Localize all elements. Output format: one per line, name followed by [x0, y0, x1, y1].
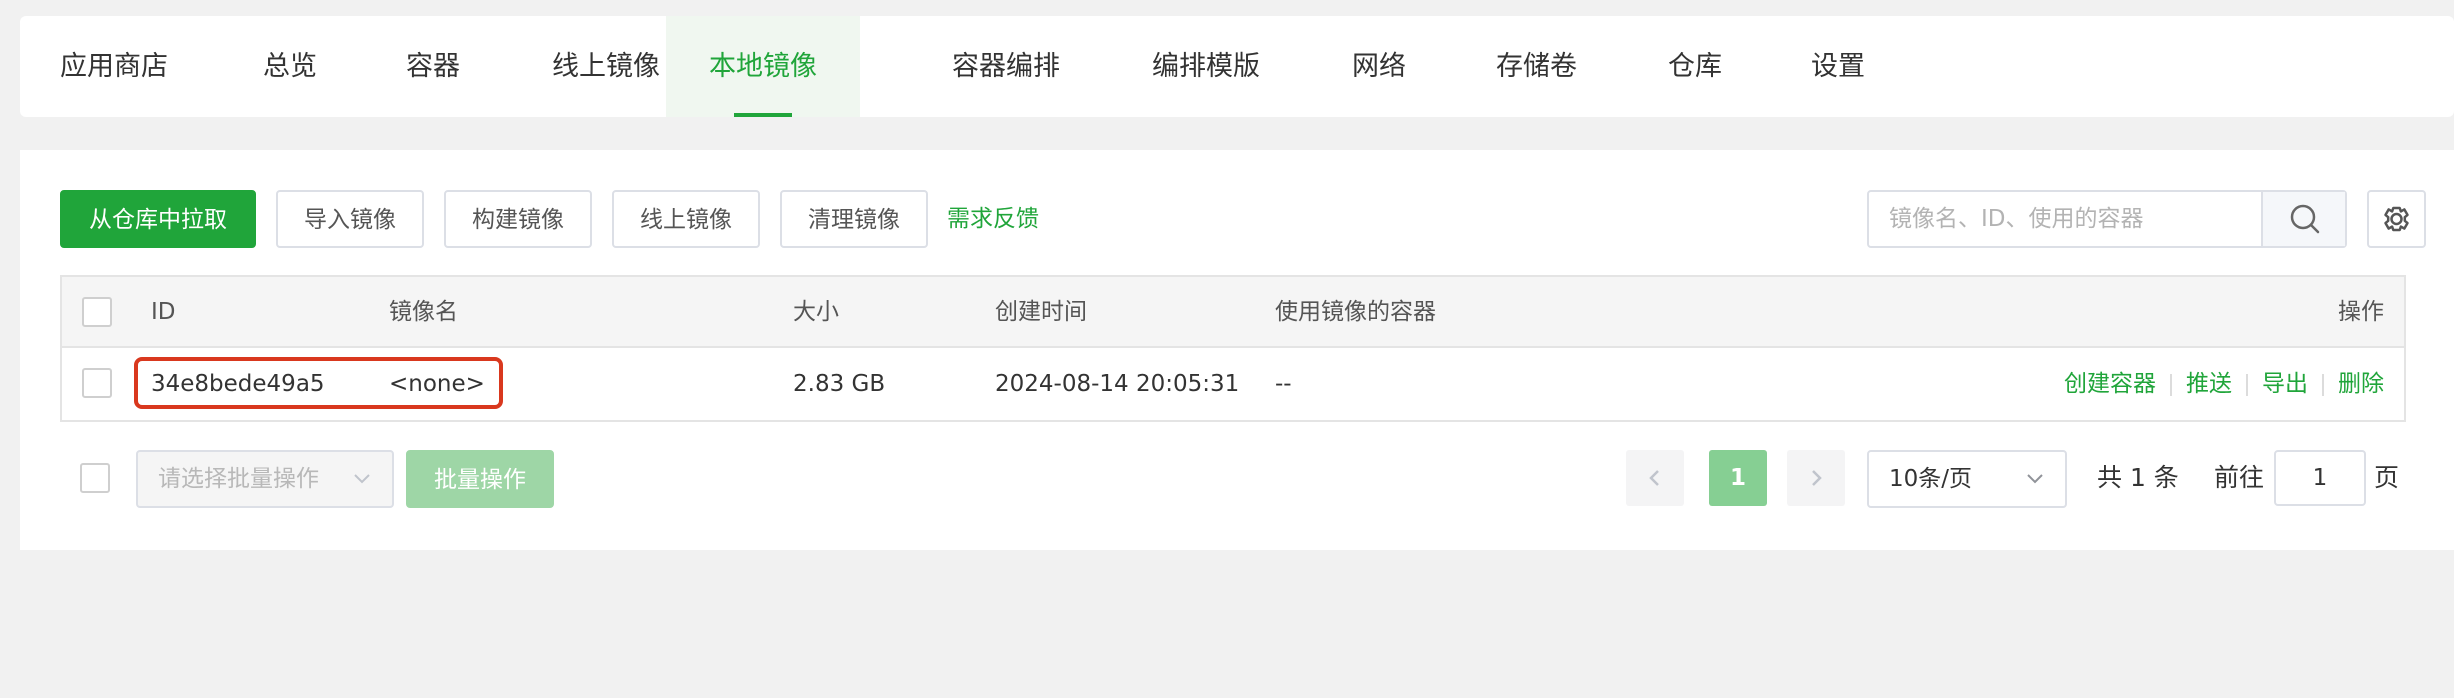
- batch-operation-placeholder: 请选择批量操作: [158, 466, 319, 492]
- prev-page-button[interactable]: [1626, 450, 1684, 506]
- column-settings-button[interactable]: [2367, 190, 2426, 248]
- feedback-link[interactable]: 需求反馈: [947, 190, 1039, 248]
- tab-overview[interactable]: 总览: [263, 16, 317, 117]
- search-button[interactable]: [2261, 192, 2345, 246]
- tab-online-images[interactable]: 线上镜像: [552, 16, 660, 117]
- header-containers: 使用镜像的容器: [1275, 299, 1436, 325]
- page-size-value: 10条/页: [1889, 466, 1973, 492]
- delete-link[interactable]: 删除: [2338, 371, 2384, 397]
- top-tab-bar: 应用商店 总览 容器 线上镜像 本地镜像 容器编排 编排模版 网络 存储卷 仓库…: [20, 16, 2454, 117]
- page-size-select[interactable]: 10条/页: [1867, 450, 2067, 508]
- chevron-down-icon: [354, 474, 370, 484]
- table-header: ID 镜像名 大小 创建时间 使用镜像的容器 操作: [62, 277, 2404, 348]
- clean-image-button[interactable]: 清理镜像: [780, 190, 928, 248]
- tab-local-images[interactable]: 本地镜像: [666, 16, 860, 117]
- header-size: 大小: [793, 299, 839, 325]
- search-icon: [2290, 204, 2320, 234]
- tab-compose-templates[interactable]: 编排模版: [1152, 16, 1260, 117]
- push-link[interactable]: 推送: [2186, 371, 2232, 397]
- tab-app-store[interactable]: 应用商店: [60, 16, 168, 117]
- chevron-down-icon: [2027, 474, 2043, 484]
- total-count: 共 1 条: [2097, 463, 2179, 492]
- tab-volumes[interactable]: 存储卷: [1496, 16, 1577, 117]
- tab-containers[interactable]: 容器: [406, 16, 460, 117]
- chevron-right-icon: [1812, 470, 1822, 486]
- current-page-number[interactable]: 1: [1709, 450, 1767, 506]
- next-page-button[interactable]: [1787, 450, 1845, 506]
- search-input[interactable]: [1869, 192, 2261, 246]
- action-divider: [2170, 373, 2172, 396]
- footer-select-all-checkbox[interactable]: [80, 463, 110, 493]
- header-created: 创建时间: [995, 299, 1087, 325]
- create-container-link[interactable]: 创建容器: [2064, 371, 2156, 397]
- pull-from-registry-button[interactable]: 从仓库中拉取: [60, 190, 256, 248]
- image-containers: --: [1275, 371, 1292, 397]
- batch-operation-button[interactable]: 批量操作: [406, 450, 554, 508]
- page-suffix: 页: [2374, 463, 2400, 492]
- online-image-button[interactable]: 线上镜像: [612, 190, 760, 248]
- tab-network[interactable]: 网络: [1352, 16, 1406, 117]
- import-image-button[interactable]: 导入镜像: [276, 190, 424, 248]
- search-box: [1867, 190, 2347, 248]
- row-checkbox[interactable]: [82, 368, 112, 398]
- header-id: ID: [151, 299, 176, 325]
- batch-operation-select[interactable]: 请选择批量操作: [136, 450, 394, 508]
- tab-registry[interactable]: 仓库: [1668, 16, 1722, 117]
- tab-compose[interactable]: 容器编排: [952, 16, 1060, 117]
- gear-icon: [2384, 206, 2409, 232]
- export-link[interactable]: 导出: [2262, 371, 2308, 397]
- image-size: 2.83 GB: [793, 371, 886, 397]
- highlight-annotation: [134, 357, 503, 409]
- header-image-name: 镜像名: [389, 299, 458, 325]
- tab-settings[interactable]: 设置: [1811, 16, 1865, 117]
- select-all-checkbox[interactable]: [82, 297, 112, 327]
- build-image-button[interactable]: 构建镜像: [444, 190, 592, 248]
- header-actions: 操作: [2338, 299, 2384, 325]
- goto-page-input[interactable]: 1: [2274, 450, 2366, 506]
- image-created-time: 2024-08-14 20:05:31: [995, 371, 1240, 397]
- action-divider: [2246, 373, 2248, 396]
- row-actions: 创建容器 推送 导出 删除: [2064, 348, 2384, 420]
- goto-label: 前往: [2214, 463, 2265, 492]
- action-divider: [2322, 373, 2324, 396]
- chevron-left-icon: [1649, 470, 1659, 486]
